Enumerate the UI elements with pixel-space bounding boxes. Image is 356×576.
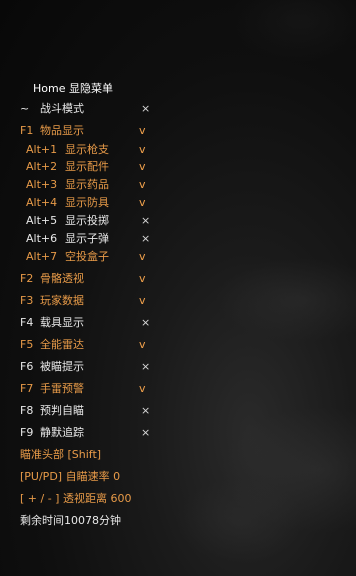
menu-item-label: 空投盒子	[65, 250, 109, 263]
toggle-on-icon: v	[139, 196, 146, 209]
menu-item-label: 被瞄提示	[40, 360, 84, 373]
menu-item-label: 全能雷达	[40, 338, 84, 351]
toggle-on-icon: v	[139, 272, 146, 285]
menu-title: Home 显隐菜单	[33, 82, 113, 95]
aim-speed-setting[interactable]: [PU/PD] 自瞄速率 0	[20, 469, 120, 485]
menu-item-label: 静默追踪	[40, 426, 84, 439]
menu-item-combat-mode[interactable]: ~ 战斗模式 ×	[0, 101, 356, 117]
menu-item-label: 骨骼透视	[40, 272, 84, 285]
menu-item-key: F1	[20, 124, 34, 137]
menu-item-silent-track[interactable]: F9 静默追踪 ×	[0, 425, 356, 441]
menu-item-label: 显示配件	[65, 160, 109, 173]
menu-item-key: Alt+5	[26, 214, 58, 227]
menu-item-label: 手雷预警	[40, 382, 84, 395]
menu-item-vehicle-display[interactable]: F4 载具显示 ×	[0, 315, 356, 331]
menu-item-radar[interactable]: F5 全能雷达 v	[0, 337, 356, 353]
menu-item-key: F4	[20, 316, 34, 329]
menu-item-item-display[interactable]: F1 物品显示 v	[0, 123, 356, 139]
menu-item-key: Alt+2	[26, 160, 58, 173]
toggle-on-icon: v	[139, 338, 146, 351]
menu-item-show-throwables[interactable]: Alt+5 显示投掷 ×	[0, 213, 356, 229]
toggle-off-icon: ×	[141, 360, 151, 373]
menu-item-aimed-warning[interactable]: F6 被瞄提示 ×	[0, 359, 356, 375]
menu-item-key: F2	[20, 272, 34, 285]
time-remaining: 剩余时间10078分钟	[20, 514, 121, 527]
menu-item-label: 玩家数据	[40, 294, 84, 307]
toggle-off-icon: ×	[141, 426, 151, 439]
menu-item-key: F6	[20, 360, 34, 373]
menu-item-label: 战斗模式	[40, 102, 84, 115]
menu-item-show-armor[interactable]: Alt+4 显示防具 v	[0, 195, 356, 211]
toggle-on-icon: v	[139, 294, 146, 307]
menu-item-player-data[interactable]: F3 玩家数据 v	[0, 293, 356, 309]
menu-item-key: ~	[20, 102, 30, 115]
menu-item-label: 显示防具	[65, 196, 109, 209]
menu-item-skeleton-esp[interactable]: F2 骨骼透视 v	[0, 271, 356, 287]
menu-item-key: F3	[20, 294, 34, 307]
menu-item-label: 显示投掷	[65, 214, 109, 227]
toggle-on-icon: v	[139, 382, 146, 395]
menu-item-key: Alt+4	[26, 196, 58, 209]
view-distance-setting[interactable]: [ + / - ] 透视距离 600	[20, 491, 131, 507]
menu-item-key: Alt+3	[26, 178, 58, 191]
toggle-off-icon: ×	[141, 232, 151, 245]
toggle-off-icon: ×	[141, 316, 151, 329]
menu-item-show-ammo[interactable]: Alt+6 显示子弹 ×	[0, 231, 356, 247]
toggle-on-icon: v	[139, 124, 146, 137]
toggle-on-icon: v	[139, 250, 146, 263]
toggle-off-icon: ×	[141, 404, 151, 417]
menu-item-label: 预判自瞄	[40, 404, 84, 417]
toggle-on-icon: v	[139, 143, 146, 156]
menu-item-show-attachments[interactable]: Alt+2 显示配件 v	[0, 159, 356, 175]
aim-head-setting[interactable]: 瞄准头部 [Shift]	[20, 447, 101, 463]
toggle-off-icon: ×	[141, 214, 151, 227]
menu-item-key: F8	[20, 404, 34, 417]
menu-item-label: 物品显示	[40, 124, 84, 137]
toggle-off-icon: ×	[141, 102, 151, 115]
menu-item-label: 显示枪支	[65, 143, 109, 156]
toggle-on-icon: v	[139, 160, 146, 173]
menu-item-label: 显示子弹	[65, 232, 109, 245]
menu-item-key: Alt+1	[26, 143, 58, 156]
menu-item-label: 载具显示	[40, 316, 84, 329]
menu-item-key: Alt+7	[26, 250, 58, 263]
menu-item-key: F5	[20, 338, 34, 351]
menu-item-airdrop-box[interactable]: Alt+7 空投盒子 v	[0, 249, 356, 265]
toggle-on-icon: v	[139, 178, 146, 191]
menu-item-key: Alt+6	[26, 232, 58, 245]
menu-item-label: 显示药品	[65, 178, 109, 191]
menu-item-key: F7	[20, 382, 34, 395]
menu-item-grenade-warning[interactable]: F7 手雷预警 v	[0, 381, 356, 397]
menu-item-predict-aim[interactable]: F8 预判自瞄 ×	[0, 403, 356, 419]
menu-item-key: F9	[20, 426, 34, 439]
menu-item-show-meds[interactable]: Alt+3 显示药品 v	[0, 177, 356, 193]
menu-item-show-guns[interactable]: Alt+1 显示枪支 v	[0, 142, 356, 158]
